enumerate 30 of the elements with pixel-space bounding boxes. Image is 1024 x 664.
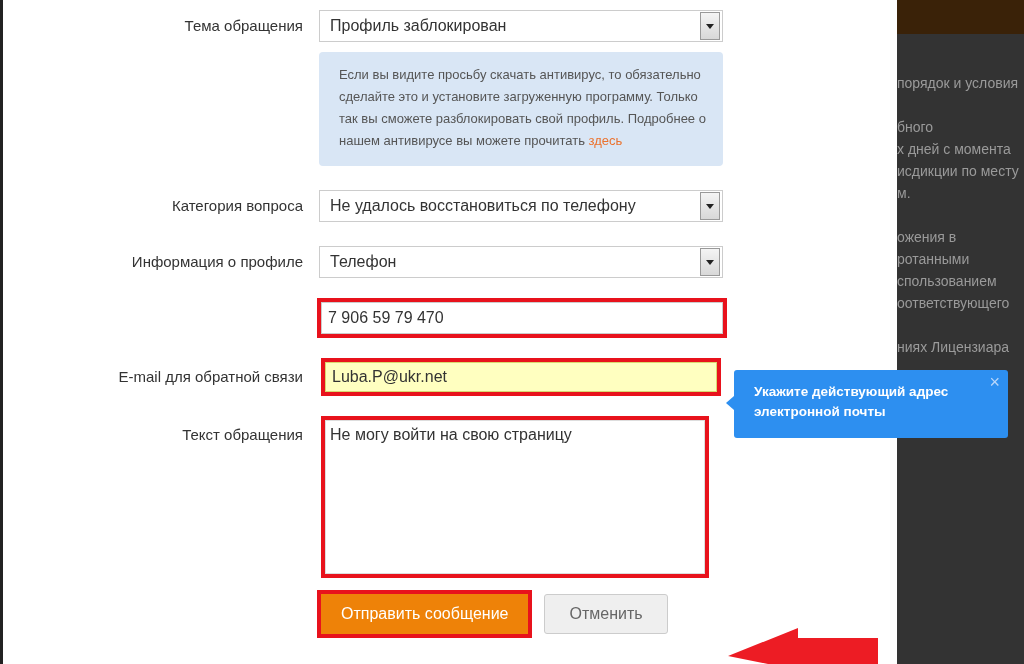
select-arrow-button[interactable] [700,12,720,40]
message-textarea[interactable]: Не могу войти на свою страницу [325,420,705,574]
field-label: Текст обращения [182,425,303,445]
field-label: E-mail для обратной связи [118,366,303,387]
field-label: Тема обращения [184,15,303,36]
background-text: м. [897,184,912,203]
background-text: бного [897,118,935,137]
select-arrow-button[interactable] [700,248,720,276]
dropdown-select[interactable]: Профиль заблокирован [319,10,723,42]
background-text: спользованием [897,272,998,291]
dropdown-select[interactable]: Телефон [319,246,723,278]
caret-down-icon [706,23,714,29]
background-text: порядок и условия [897,74,1020,93]
background-text: исдикции по месту [897,162,1020,181]
notice-text: Если вы видите просьбу скачать антивирус, то обязательно сделайте это и установите загруженную программу. Только так вы сможете разблокировать свой профиль. Подробнее о нашем антивирусе вы можете прочитать здесь [319,52,723,166]
dropdown-select[interactable]: Не удалось восстановиться по телефону [319,190,723,222]
background-text: х дней с момента [897,140,1012,159]
caret-down-icon [706,259,714,265]
background-text: оответствующего [897,294,1011,313]
select-arrow-button[interactable] [700,192,720,220]
text-input-field[interactable]: 7 906 59 79 470 [321,302,723,334]
background-text: ротанными [897,250,971,269]
tooltip-text: Укажите действующий адрес электронной почты [754,383,950,421]
background-text: ожения в [897,228,958,247]
text-input-field[interactable]: Luba.P@ukr.net [325,362,717,392]
background-text: ниях Лицензиара [897,338,1010,357]
cancel-button[interactable]: Отменить [544,594,668,634]
caret-down-icon [706,203,714,209]
field-label: Категория вопроса [171,195,303,216]
field-label: Информация о профиле [131,251,303,272]
